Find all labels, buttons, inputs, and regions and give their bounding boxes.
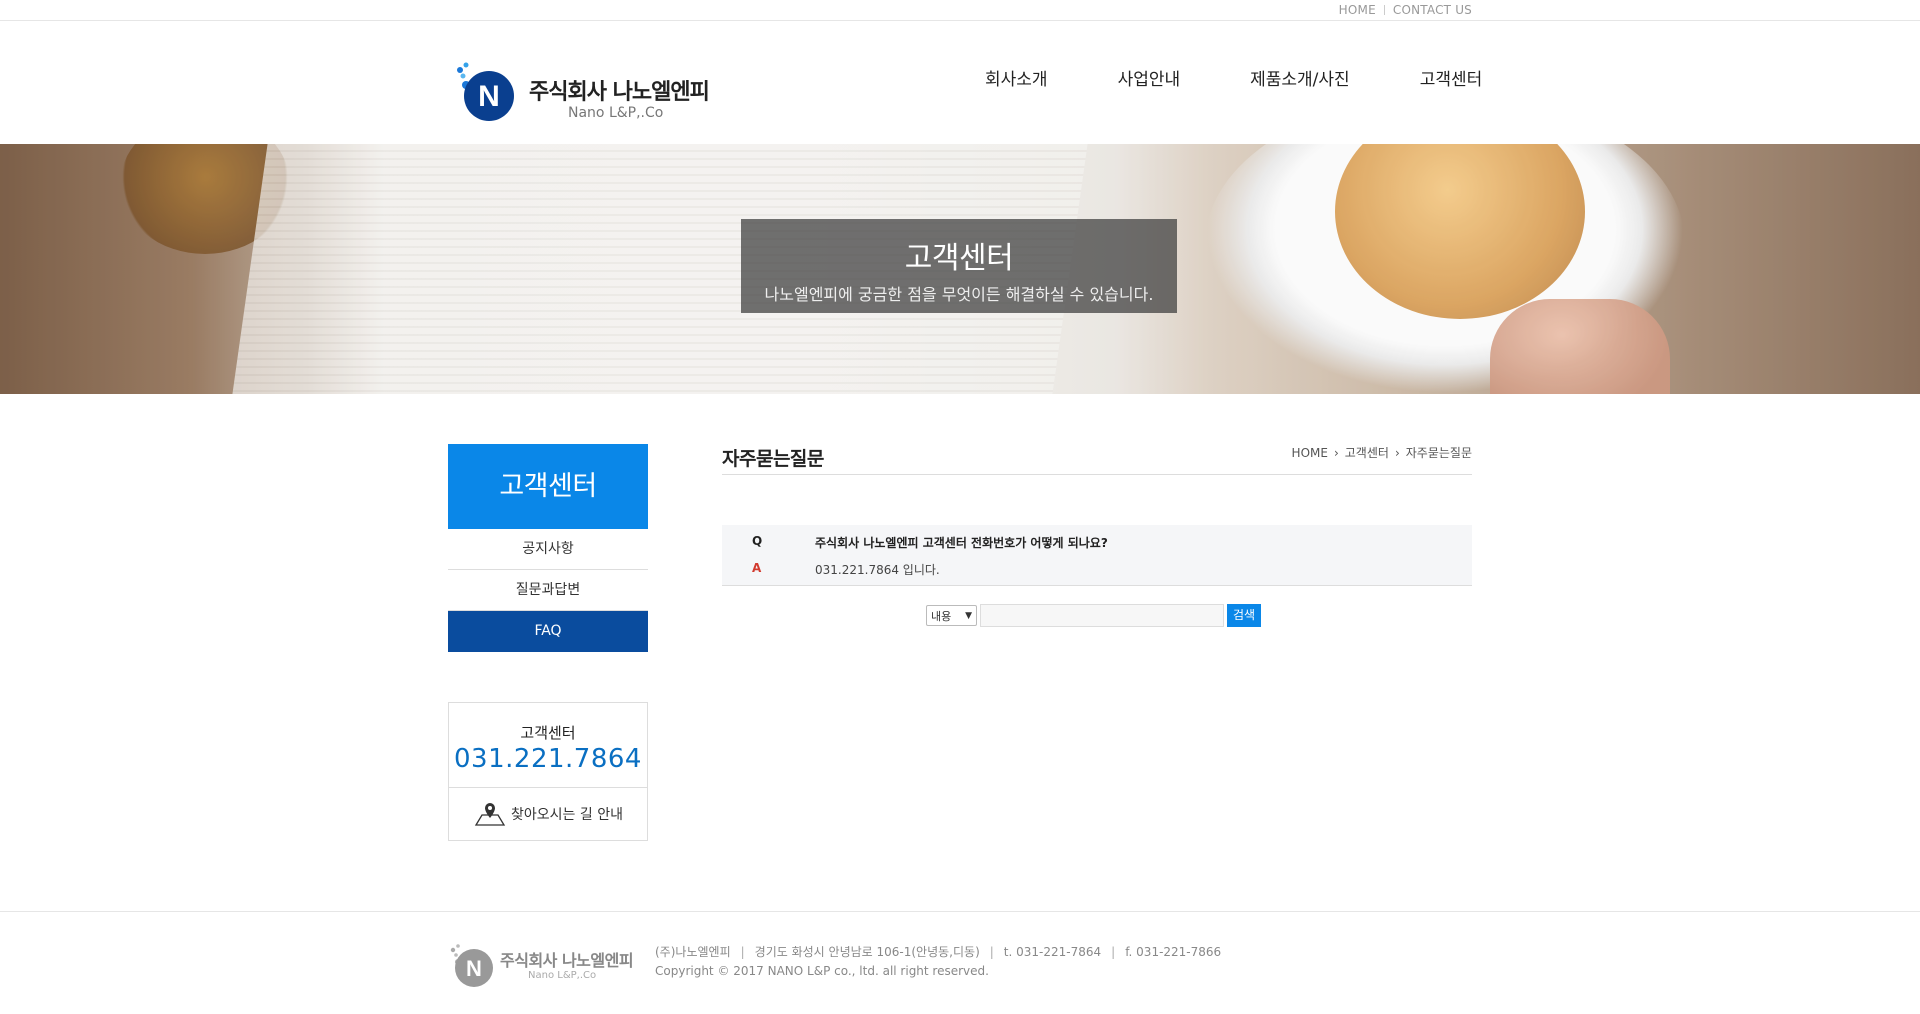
footer-company: (주)나노엘엔피	[655, 945, 731, 959]
faq-item[interactable]: Q 주식회사 나노엘엔피 고객센터 전화번호가 어떻게 되나요? A 031.2…	[722, 525, 1472, 586]
nav-customer-center[interactable]: 고객센터	[1420, 65, 1483, 90]
customer-center-box: 고객센터 031.221.7864 찾아오시는 길 안내	[448, 702, 648, 841]
map-pin-icon	[474, 803, 506, 826]
top-utility-bar: HOME CONTACT US	[0, 0, 1920, 21]
customer-center-phone: 031.221.7864	[454, 744, 642, 774]
main-navigation: 회사소개 사업안내 제품소개/사진 고객센터	[985, 65, 1482, 90]
hero-title: 고객센터	[904, 241, 1014, 276]
sidebar: 고객센터 공지사항 질문과답변 FAQ 고객센터 031.221.7864 찾아…	[448, 444, 648, 841]
question-mark: Q	[752, 534, 763, 548]
site-footer: N 주식회사 나노엘엔피 Nano L&P,.Co (주)나노엘엔피 | 경기도 화…	[0, 911, 1920, 1014]
directions-link[interactable]: 찾아오시는 길 안내	[449, 788, 647, 840]
sidebar-menu: 공지사항 질문과답변 FAQ	[448, 529, 648, 652]
footer-divider: |	[1111, 945, 1116, 959]
nav-products[interactable]: 제품소개/사진	[1250, 65, 1350, 90]
chevron-down-icon: ▼	[965, 610, 972, 621]
hero-caption-box: 고객센터 나노엘엔피에 궁금한 점을 무엇이든 해결하실 수 있습니다.	[741, 219, 1177, 313]
faq-question[interactable]: 주식회사 나노엘엔피 고객센터 전화번호가 어떻게 되나요?	[815, 534, 1108, 551]
footer-info: (주)나노엘엔피 | 경기도 화성시 안녕남로 106-1(안녕동,디동) | t. 0…	[655, 943, 1221, 981]
footer-tel: t. 031-221-7864	[1003, 945, 1102, 959]
footer-logo: N 주식회사 나노엘엔피 Nano L&P,.Co	[448, 940, 634, 990]
directions-label: 찾아오시는 길 안내	[511, 807, 623, 823]
home-link[interactable]: HOME	[1339, 3, 1376, 17]
footer-logo-subtitle: Nano L&P,.Co	[528, 970, 597, 981]
logo-subtitle: Nano L&P,.Co	[568, 105, 664, 121]
search-field-value: 내용	[931, 609, 952, 623]
page-title: 자주묻는질문	[722, 448, 824, 470]
nav-business[interactable]: 사업안내	[1118, 65, 1181, 90]
chevron-right-icon: ›	[1333, 445, 1339, 460]
faq-answer: 031.221.7864 입니다.	[815, 563, 940, 577]
svg-text:N: N	[478, 80, 500, 113]
hero-subtitle: 나노엘엔피에 궁금한 점을 무엇이든 해결하실 수 있습니다.	[764, 285, 1154, 304]
utility-links: HOME CONTACT US	[1339, 3, 1472, 17]
site-header: N 주식회사 나노엘엔피 Nano L&P,.Co 회사소개 사업안내 제품소개…	[0, 21, 1920, 144]
footer-address: 경기도 화성시 안녕남로 106-1(안녕동,디동)	[754, 945, 980, 959]
answer-mark: A	[752, 561, 762, 575]
footer-logo-title: 주식회사 나노엘엔피	[500, 951, 634, 970]
faq-search-bar: 내용 ▼ 검색	[926, 604, 1261, 627]
search-field-select[interactable]: 내용 ▼	[926, 605, 977, 626]
footer-company-info: (주)나노엘엔피 | 경기도 화성시 안녕남로 106-1(안녕동,디동) | t. 0…	[655, 943, 1221, 962]
hero-banner: 고객센터 나노엘엔피에 궁금한 점을 무엇이든 해결하실 수 있습니다.	[0, 144, 1920, 394]
search-button[interactable]: 검색	[1227, 604, 1261, 627]
breadcrumb-current: 자주묻는질문	[1405, 446, 1472, 460]
logo-mark-icon: N	[457, 62, 514, 121]
chevron-right-icon: ›	[1394, 445, 1400, 460]
contact-us-link[interactable]: CONTACT US	[1393, 3, 1472, 17]
main-content: 자주묻는질문 HOME › 고객센터 › 자주묻는질문 Q 주식회사 나노엘엔피…	[722, 444, 1472, 627]
logo-title: 주식회사 나노엘엔피	[529, 80, 710, 105]
customer-center-contact: 고객센터 031.221.7864	[449, 703, 647, 788]
breadcrumb: HOME › 고객센터 › 자주묻는질문	[1292, 444, 1472, 461]
customer-center-label: 고객센터	[520, 724, 576, 742]
site-logo[interactable]: N 주식회사 나노엘엔피 Nano L&P,.Co	[452, 44, 714, 130]
footer-copyright: Copyright © 2017 NANO L&P co., ltd. all …	[655, 964, 989, 978]
footer-divider: |	[989, 945, 994, 959]
sidebar-item-faq[interactable]: FAQ	[448, 611, 648, 652]
nav-company[interactable]: 회사소개	[985, 65, 1048, 90]
utility-divider	[1383, 5, 1385, 15]
sidebar-item-qna[interactable]: 질문과답변	[448, 570, 648, 611]
search-input[interactable]	[980, 604, 1224, 627]
sidebar-item-notice[interactable]: 공지사항	[448, 529, 648, 570]
breadcrumb-home[interactable]: HOME	[1292, 446, 1328, 460]
svg-text:N: N	[466, 956, 482, 981]
footer-fax: f. 031-221-7866	[1125, 945, 1222, 959]
sidebar-title: 고객센터	[448, 444, 648, 529]
footer-logo-mark-icon: N	[450, 944, 493, 987]
content-header: 자주묻는질문 HOME › 고객센터 › 자주묻는질문	[722, 444, 1472, 475]
footer-divider: |	[740, 945, 745, 959]
breadcrumb-customer-center[interactable]: 고객센터	[1345, 444, 1389, 461]
